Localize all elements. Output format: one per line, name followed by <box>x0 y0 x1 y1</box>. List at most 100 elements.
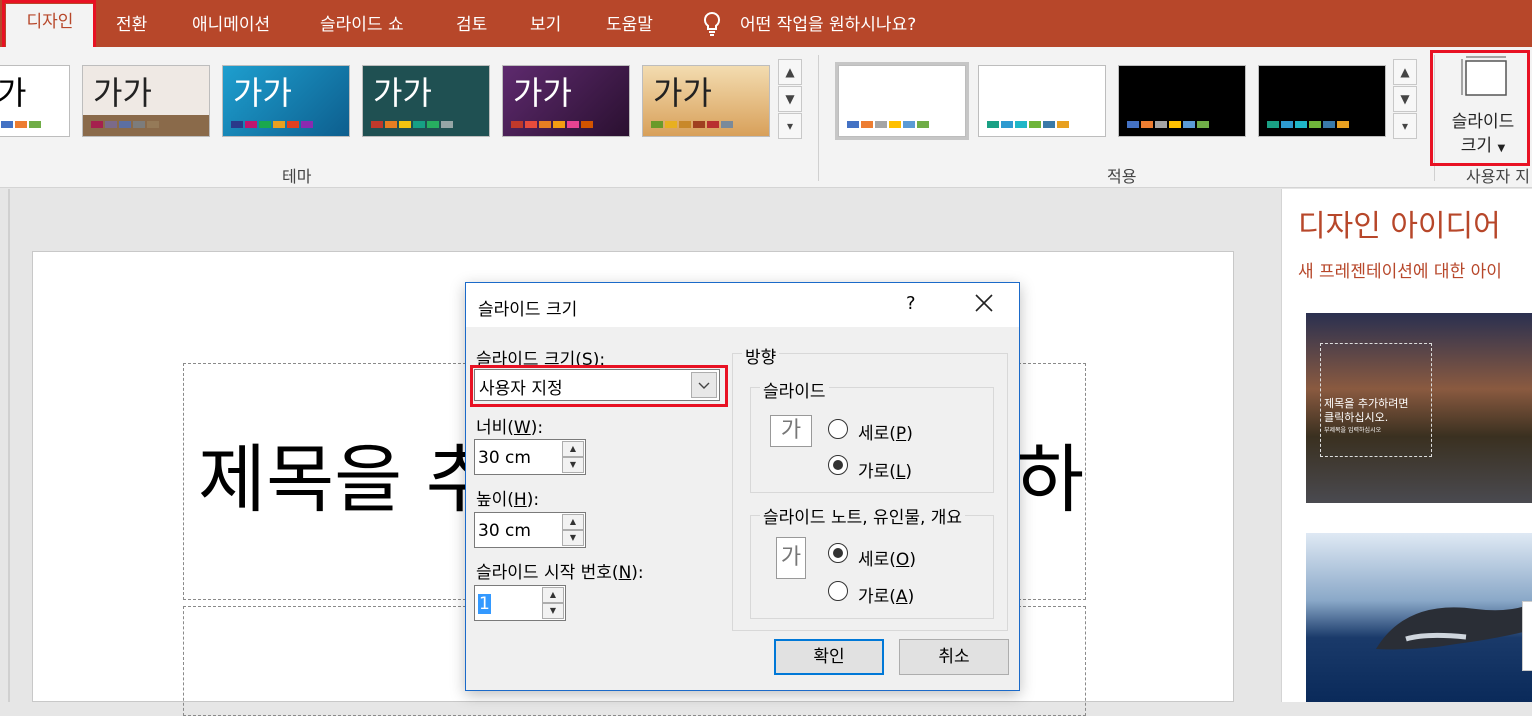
tell-me-search[interactable]: 어떤 작업을 원하시나요? <box>740 10 916 35</box>
start-number-value: 1 <box>478 594 491 614</box>
slides-landscape-key: L <box>895 462 906 482</box>
width-stepper[interactable]: 30 cm ▲ ▼ <box>474 439 586 475</box>
landscape-page-icon: 가 <box>770 415 812 447</box>
idea-subtitle-text: 부제목을 입력하십시오 <box>1324 427 1382 434</box>
lightbulb-icon <box>703 11 721 36</box>
stepper-up-icon[interactable]: ▲ <box>562 441 584 457</box>
start-number-label-text: 슬라이드 시작 번호( <box>476 563 619 583</box>
pane-title: 디자인 아이디어 <box>1298 209 1501 244</box>
slides-landscape-label: 가로(L) <box>858 462 913 482</box>
start-number-stepper-buttons: ▲ ▼ <box>542 587 564 619</box>
orientation-label: 방향 <box>742 343 780 368</box>
help-button[interactable]: ? <box>906 293 916 314</box>
design-ideas-pane: 디자인 아이디어 새 프레젠테이션에 대한 아이 제목을 추가하려면 클릭하십시… <box>1281 189 1532 702</box>
notes-portrait-text: 세로( <box>858 550 896 570</box>
slides-landscape-radio[interactable] <box>828 455 848 475</box>
variant-swatches <box>1127 121 1209 128</box>
slides-portrait-text: 세로( <box>858 424 896 444</box>
theme-celestial[interactable]: 가가 <box>502 65 630 137</box>
notes-landscape-label: 가로(A) <box>858 587 915 607</box>
scroll-up-icon[interactable]: ▲ <box>778 59 802 85</box>
theme-sample-text: 가가 <box>513 74 572 112</box>
pane-subtitle: 새 프레젠테이션에 대한 아이 <box>1298 262 1502 282</box>
notes-portrait-label: 세로(O) <box>858 550 916 570</box>
scroll-down-icon[interactable]: ▼ <box>1393 86 1417 112</box>
tab-transitions[interactable]: 전환 <box>116 10 147 35</box>
start-number-label: 슬라이드 시작 번호(N): <box>476 563 644 583</box>
title-placeholder-text-right: 하 <box>1016 437 1085 523</box>
highlight-slide-size-select <box>470 365 728 407</box>
design-idea-2[interactable] <box>1306 533 1532 702</box>
theme-swatches <box>511 121 593 128</box>
theme-swatches <box>91 121 159 128</box>
theme-swatches <box>231 121 313 128</box>
slides-landscape-text: 가로( <box>858 462 896 482</box>
theme-office[interactable]: 가 <box>0 65 70 137</box>
stepper-down-icon[interactable]: ▼ <box>562 530 584 546</box>
theme-parcel[interactable]: 가가 <box>642 65 770 137</box>
variant-2[interactable] <box>978 65 1106 137</box>
tab-help[interactable]: 도움말 <box>606 10 653 35</box>
stepper-up-icon[interactable]: ▲ <box>562 514 584 530</box>
notes-group-label: 슬라이드 노트, 유인물, 개요 <box>760 503 966 528</box>
height-stepper-buttons: ▲ ▼ <box>562 514 584 546</box>
theme-ion-board[interactable]: 가가 <box>362 65 490 137</box>
stepper-down-icon[interactable]: ▼ <box>562 457 584 473</box>
width-value: 30 cm <box>478 448 531 468</box>
design-idea-1[interactable]: 제목을 추가하려면 클릭하십시오. 부제목을 입력하십시오 <box>1306 313 1532 503</box>
scroll-down-icon[interactable]: ▼ <box>778 86 802 112</box>
height-label: 높이(H): <box>476 490 540 510</box>
idea-2-text-box <box>1522 601 1532 671</box>
tab-view[interactable]: 보기 <box>530 10 561 35</box>
width-label-key: W <box>513 418 531 438</box>
stepper-up-icon[interactable]: ▲ <box>542 587 564 603</box>
notes-portrait-radio[interactable] <box>828 543 848 563</box>
variant-3[interactable] <box>1118 65 1246 137</box>
close-icon[interactable] <box>972 291 996 315</box>
notes-landscape-radio[interactable] <box>828 581 848 601</box>
theme-sample-text: 가가 <box>233 74 292 112</box>
theme-sample-text: 가 <box>0 68 26 114</box>
height-label-text: 높이( <box>476 490 514 510</box>
theme-swatches <box>651 121 733 128</box>
height-stepper[interactable]: 30 cm ▲ ▼ <box>474 512 586 548</box>
tab-review[interactable]: 검토 <box>456 10 487 35</box>
variant-swatches <box>847 121 929 128</box>
gallery-expand-icon[interactable]: ▾ <box>778 113 802 139</box>
start-number-stepper[interactable]: 1 ▲ ▼ <box>474 585 566 621</box>
theme-sample-text: 가가 <box>93 74 152 112</box>
variant-swatches <box>987 121 1069 128</box>
ok-button[interactable]: 확인 <box>774 639 884 675</box>
ribbon-tab-bar: 디자인 전환 애니메이션 슬라이드 쇼 검토 보기 도움말 어떤 작업을 원하시… <box>0 0 1532 50</box>
theme-swatches <box>1 121 41 128</box>
width-stepper-buttons: ▲ ▼ <box>562 441 584 473</box>
variant-1[interactable] <box>838 65 966 137</box>
cancel-button[interactable]: 취소 <box>899 639 1009 675</box>
tab-animations[interactable]: 애니메이션 <box>192 10 270 35</box>
variant-4[interactable] <box>1258 65 1386 137</box>
title-placeholder-text: 제목을 추 <box>198 437 494 523</box>
height-label-key: H <box>513 490 527 510</box>
dialog-title: 슬라이드 크기 <box>478 300 578 320</box>
gallery-expand-icon[interactable]: ▾ <box>1393 113 1417 139</box>
whale-image <box>1376 603 1532 650</box>
scroll-up-icon[interactable]: ▲ <box>1393 59 1417 85</box>
variant-gallery-scroll: ▲ ▼ ▾ <box>1393 59 1417 141</box>
slides-portrait-label: 세로(P) <box>858 424 913 444</box>
width-label: 너비(W): <box>476 418 544 438</box>
width-label-text: 너비( <box>476 418 514 438</box>
theme-group-label: 테마 <box>282 167 312 186</box>
dialog-titlebar: 슬라이드 크기 ? <box>466 283 1019 327</box>
slides-portrait-key: P <box>895 424 907 444</box>
thumbnail-divider <box>8 189 10 702</box>
notes-portrait-key: O <box>895 550 910 570</box>
theme-wood[interactable]: 가가 <box>82 65 210 137</box>
stepper-down-icon[interactable]: ▼ <box>542 603 564 619</box>
tab-slideshow[interactable]: 슬라이드 쇼 <box>320 10 404 35</box>
slides-portrait-radio[interactable] <box>828 419 848 439</box>
notes-landscape-key: A <box>895 587 908 607</box>
variant-swatches <box>1267 121 1349 128</box>
notes-landscape-text: 가로( <box>858 587 896 607</box>
theme-gallery-scroll: ▲ ▼ ▾ <box>778 59 802 141</box>
theme-ion[interactable]: 가가 <box>222 65 350 137</box>
